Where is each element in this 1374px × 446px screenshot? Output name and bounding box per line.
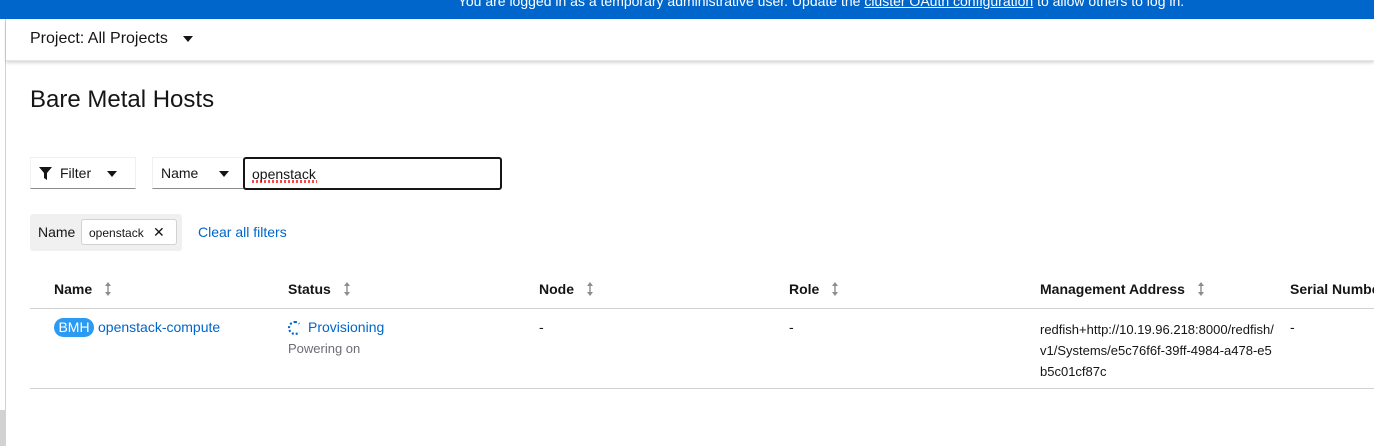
sort-icon: [587, 282, 593, 296]
filter-dropdown-label: Filter: [60, 165, 92, 181]
header-divider: [30, 308, 1374, 309]
row-divider: [30, 388, 1374, 389]
sort-icon: [105, 282, 112, 296]
column-header-management-address[interactable]: Management Address: [1040, 281, 1205, 297]
status-link[interactable]: Provisioning: [308, 319, 384, 335]
caret-down-icon: [182, 36, 193, 42]
left-scroll-strip[interactable]: [0, 0, 6, 446]
temporary-admin-banner: You are logged in as a temporary adminis…: [0, 0, 1374, 19]
filter-chip-group: Name openstack ✕: [30, 214, 182, 251]
banner-text-suffix: to allow others to log in.: [1033, 0, 1185, 9]
host-name-link[interactable]: openstack-compute: [98, 319, 220, 335]
column-header-name[interactable]: Name: [54, 281, 112, 297]
clear-all-filters-link[interactable]: Clear all filters: [198, 224, 287, 240]
name-search-input[interactable]: [243, 157, 502, 190]
header-label: Management Address: [1040, 281, 1185, 297]
role-cell: -: [789, 319, 794, 335]
header-label: Role: [789, 281, 820, 297]
header-label: Node: [539, 281, 574, 297]
header-label: Name: [54, 281, 93, 297]
header-label: Status: [288, 281, 331, 297]
chip-text: openstack: [89, 226, 144, 240]
banner-text-prefix: You are logged in as a temporary adminis…: [457, 0, 865, 9]
close-icon[interactable]: ✕: [153, 224, 165, 241]
column-header-role[interactable]: Role: [789, 281, 839, 297]
sort-icon: [1197, 282, 1204, 296]
project-dropdown-label: Project: All Projects: [30, 30, 168, 47]
project-dropdown[interactable]: Project: All Projects: [30, 30, 193, 48]
sort-icon: [343, 282, 350, 296]
scroll-grip[interactable]: [0, 410, 6, 446]
chip-group-label: Name: [38, 224, 76, 240]
page-title: Bare Metal Hosts: [30, 86, 215, 113]
column-header-serial-number[interactable]: Serial Number: [1290, 281, 1374, 297]
filter-type-dropdown[interactable]: Filter: [30, 157, 136, 189]
column-header-status[interactable]: Status: [288, 281, 351, 297]
caret-down-icon: [107, 171, 117, 177]
sort-icon: [832, 282, 839, 296]
attribute-select[interactable]: Name: [152, 157, 244, 189]
node-cell: -: [539, 319, 544, 335]
project-bar: Project: All Projects: [6, 19, 1374, 61]
bmh-resource-badge: BMH: [54, 318, 94, 337]
oauth-config-link[interactable]: cluster OAuth configuration: [864, 0, 1033, 9]
in-progress-icon: [288, 321, 302, 335]
header-label: Serial Number: [1290, 281, 1374, 297]
attribute-select-label: Name: [161, 165, 199, 181]
status-detail: Powering on: [288, 341, 361, 356]
filter-icon: [39, 166, 52, 180]
serial-number-cell: -: [1290, 319, 1295, 335]
management-address-cell: redfish+http://10.19.96.218:8000/redfish…: [1040, 322, 1274, 379]
filter-chip: openstack ✕: [81, 219, 177, 245]
caret-down-icon: [219, 171, 229, 177]
column-header-node[interactable]: Node: [539, 281, 594, 297]
